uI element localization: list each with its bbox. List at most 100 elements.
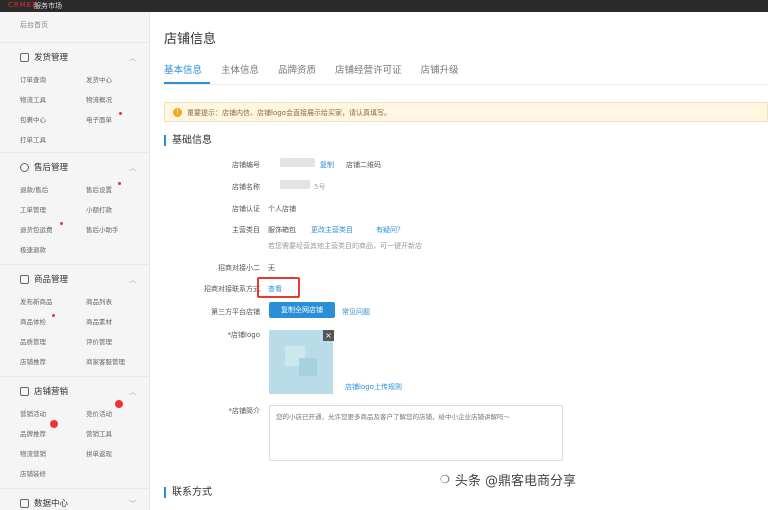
shop-qr-link[interactable]: 店铺二维码 — [346, 160, 381, 170]
notice-banner: ! 重要提示：店铺内信、店铺logo会直接展示给买家，请认真填写。 — [164, 102, 768, 122]
sidebar-item[interactable]: 营销工具 — [86, 428, 112, 438]
tab-business-license[interactable]: 店铺经营许可证 — [335, 62, 402, 76]
logo-rule-link[interactable]: 店铺logo上传规则 — [345, 382, 402, 392]
category-hint: 若您需要经营其他主营类目的商品，可一键开新店 — [268, 242, 422, 250]
sidebar-item[interactable]: 店铺推荐 — [20, 356, 46, 366]
contact-label: 招商对接联系方式 — [204, 285, 260, 293]
sidebar-group-aftersale: 售后管理 ︿ 退款/售后 售后设置 工单管理 小额打款 退货包运费 售后小助手 … — [0, 152, 150, 262]
sidebar-item[interactable]: 极速退款 — [20, 244, 46, 254]
tab-basic-info[interactable]: 基本信息 — [164, 62, 202, 76]
check-circle-icon — [20, 162, 29, 172]
warning-icon: ! — [173, 108, 182, 117]
sidebar-group-products: 商品管理 ︿ 发布新商品 商品列表 商品体检 商品素材 品质管理 评价管理 店铺… — [0, 264, 150, 374]
tab-bar: 基本信息 主体信息 品牌资质 店铺经营许可证 店铺升级 — [164, 62, 478, 76]
cert-value: 个人店铺 — [268, 205, 296, 213]
tab-entity-info[interactable]: 主体信息 — [221, 62, 259, 76]
intro-label: *店铺简介 — [228, 407, 261, 415]
sidebar-group-title[interactable]: 售后管理 — [20, 161, 68, 173]
sidebar-item[interactable]: 工单管理 — [20, 204, 46, 214]
highlight-box — [257, 277, 300, 298]
copy-all-shops-button[interactable]: 复制全网店铺 — [269, 302, 335, 318]
xiaoer-value: 无 — [268, 264, 275, 272]
xiaoer-label: 招商对接小二 — [218, 264, 260, 272]
sidebar-item[interactable]: 拼单返现 — [86, 448, 112, 458]
cert-label: 店铺认证 — [232, 205, 260, 213]
sidebar: 后台首页 发货管理 ︿ 订单查询 发货中心 物流工具 物流概况 包裹中心 电子面… — [0, 12, 150, 510]
sidebar-item[interactable]: 品质管理 — [20, 336, 46, 346]
sidebar-item[interactable]: 商家客服管理 — [86, 356, 125, 366]
tab-divider — [164, 84, 768, 85]
sidebar-item[interactable]: 小额打款 — [86, 204, 112, 214]
sidebar-item[interactable]: 商品素材 — [86, 316, 112, 326]
sidebar-item[interactable]: 营销活动 — [20, 408, 46, 418]
new-dot — [118, 182, 121, 185]
new-dot — [60, 222, 63, 225]
sidebar-item[interactable]: 品牌推荐 — [20, 428, 46, 438]
section-title-contact: 联系方式 — [164, 487, 212, 498]
shop-intro-input[interactable] — [269, 405, 563, 461]
sidebar-item[interactable]: 商品体检 — [20, 316, 46, 326]
sidebar-item[interactable]: 订单查询 — [20, 74, 46, 84]
redacted-shop-id — [280, 158, 315, 167]
sidebar-item[interactable]: 物流营销 — [20, 448, 46, 458]
sidebar-home-link[interactable]: 后台首页 — [20, 20, 48, 30]
close-icon[interactable]: × — [323, 330, 334, 341]
shop-id-label: 店铺编号 — [232, 161, 260, 169]
main-content: 店铺信息 基本信息 主体信息 品牌资质 店铺经营许可证 店铺升级 ! 重要提示：… — [150, 12, 768, 510]
sidebar-group-title[interactable]: 发货管理 — [20, 51, 68, 63]
notice-text: 重要提示：店铺内信、店铺logo会直接展示给买家，请认真填写。 — [187, 109, 391, 117]
third-party-label: 第三方平台店铺 — [211, 308, 260, 316]
sidebar-item[interactable]: 发布新商品 — [20, 296, 53, 306]
top-bar: CRMEB 服务市场 — [0, 0, 768, 12]
copy-link[interactable]: 复制 — [320, 160, 334, 170]
new-dot — [119, 112, 122, 115]
chevron-up-icon[interactable]: ︿ — [129, 275, 136, 285]
product-icon — [20, 274, 29, 284]
logo-label: *店铺logo — [227, 331, 260, 339]
chevron-down-icon[interactable]: ﹀ — [129, 499, 136, 509]
sidebar-item[interactable]: 售后小助手 — [86, 224, 119, 234]
box-icon — [20, 52, 29, 62]
sidebar-item[interactable]: 发货中心 — [86, 74, 112, 84]
notification-badge — [50, 420, 58, 428]
sidebar-item[interactable]: 电子面单 — [86, 114, 112, 124]
change-category-link[interactable]: 更改主营类目 — [311, 225, 353, 235]
sidebar-item[interactable]: 打单工具 — [20, 134, 46, 144]
redacted-shop-name — [280, 180, 310, 189]
sidebar-item[interactable]: 物流概况 — [86, 94, 112, 104]
brand-name: 服务市场 — [34, 2, 62, 10]
sidebar-item[interactable]: 退货包运费 — [20, 224, 53, 234]
chevron-up-icon[interactable]: ︿ — [129, 163, 136, 173]
tab-shop-upgrade[interactable]: 店铺升级 — [421, 62, 459, 76]
shop-icon — [20, 386, 29, 396]
sidebar-item[interactable]: 商品列表 — [86, 296, 112, 306]
faq-link[interactable]: 常见问题 — [342, 307, 370, 317]
category-value: 服饰箱包 — [268, 226, 296, 234]
sidebar-group-title[interactable]: 数据中心 — [20, 497, 68, 509]
sidebar-group-data: 数据中心 ﹀ — [0, 488, 150, 510]
question-link[interactable]: 有疑问？ — [376, 225, 404, 235]
tab-brand-qualification[interactable]: 品牌资质 — [278, 62, 316, 76]
watermark: ❍ 头条 @鼎客电商分享 — [440, 473, 577, 489]
shop-name-label: 店铺名称 — [232, 183, 260, 191]
chat-icon: ❍ — [440, 473, 450, 486]
chart-icon — [20, 498, 29, 508]
sidebar-group-marketing: 店铺营销 ︿ 营销活动 竞价活动 品牌推荐 营销工具 物流营销 拼单返现 店铺装… — [0, 376, 150, 486]
sidebar-item[interactable]: 售后设置 — [86, 184, 112, 194]
sidebar-item[interactable]: 店铺装修 — [20, 468, 46, 478]
sidebar-item[interactable]: 物流工具 — [20, 94, 46, 104]
sidebar-group-title[interactable]: 商品管理 — [20, 273, 68, 285]
section-title-basic: 基础信息 — [164, 135, 212, 146]
sidebar-item[interactable]: 退款/售后 — [20, 184, 48, 194]
sidebar-group-title[interactable]: 店铺营销 — [20, 385, 68, 397]
chevron-up-icon[interactable]: ︿ — [129, 387, 136, 397]
new-dot — [52, 314, 55, 317]
page-title: 店铺信息 — [164, 32, 217, 47]
sidebar-group-shipping: 发货管理 ︿ 订单查询 发货中心 物流工具 物流概况 包裹中心 电子面单 打单工… — [0, 42, 150, 150]
sidebar-item[interactable]: 评价管理 — [86, 336, 112, 346]
chevron-up-icon[interactable]: ︿ — [129, 53, 136, 63]
sidebar-item[interactable]: 包裹中心 — [20, 114, 46, 124]
category-label: 主营类目 — [232, 226, 260, 234]
shop-name-suffix: 5号 — [314, 183, 326, 191]
sidebar-item[interactable]: 竞价活动 — [86, 408, 112, 418]
